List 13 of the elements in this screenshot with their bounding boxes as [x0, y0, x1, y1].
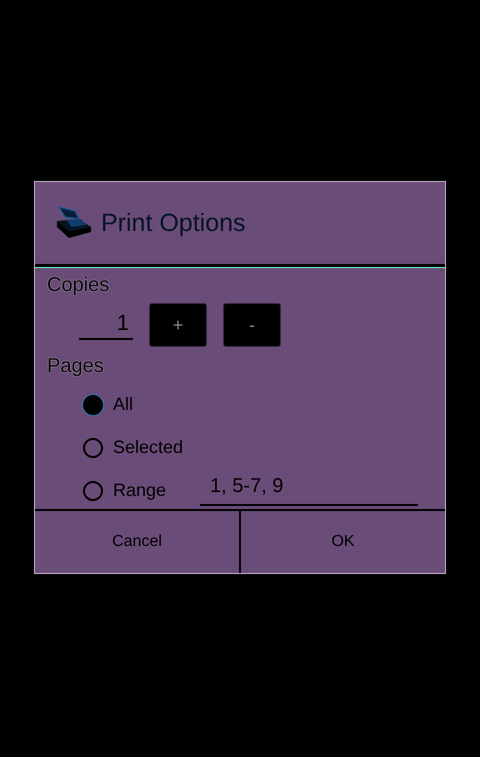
pages-label: Pages: [47, 355, 105, 378]
range-field[interactable]: 1, 5-7, 9: [200, 475, 418, 506]
radio-button[interactable]: [83, 480, 103, 500]
radio-button[interactable]: [83, 394, 103, 414]
radio-button[interactable]: [83, 438, 103, 458]
option-label: Range: [113, 480, 166, 501]
copies-field[interactable]: 1: [79, 310, 133, 340]
copies-label: Copies: [47, 274, 110, 297]
option-label: Selected: [113, 437, 184, 458]
dialog-title: Print Options: [101, 208, 246, 238]
increment-button[interactable]: +: [149, 303, 207, 347]
option-label: All: [113, 394, 134, 415]
decrement-button[interactable]: -: [223, 303, 281, 347]
